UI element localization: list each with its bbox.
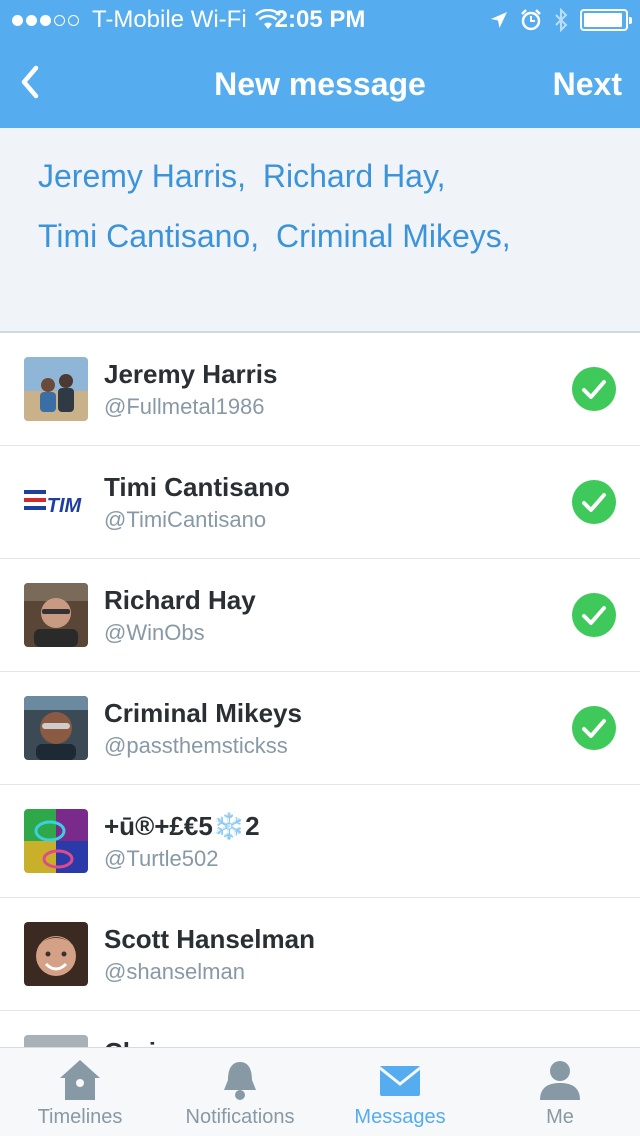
tab-bar: Timelines Notifications Messages Me xyxy=(0,1047,640,1136)
recipient-chip[interactable]: Criminal Mikeys, xyxy=(276,218,511,254)
avatar xyxy=(24,696,88,760)
checkmark-icon xyxy=(572,367,616,411)
contact-name: Criminal Mikeys xyxy=(104,698,302,728)
avatar xyxy=(24,922,88,986)
contact-list[interactable]: Jeremy Harris @Fullmetal1986 TIM Timi Ca… xyxy=(0,333,640,1047)
checkmark-icon xyxy=(572,706,616,750)
recipient-line: Timi Cantisano, Criminal Mikeys, xyxy=(38,206,610,266)
tab-label: Messages xyxy=(354,1106,446,1128)
battery-icon xyxy=(580,9,632,31)
contact-name: Richard Hay xyxy=(104,585,256,615)
tab-me[interactable]: Me xyxy=(480,1048,640,1136)
alarm-icon xyxy=(521,9,541,31)
location-arrow-icon xyxy=(491,12,507,28)
tab-label: Me xyxy=(546,1106,574,1128)
contact-handle: @shanselman xyxy=(104,959,245,984)
contact-row[interactable]: TIM Timi Cantisano @TimiCantisano xyxy=(0,446,640,559)
battery-level xyxy=(584,13,622,27)
recipient-line: Jeremy Harris, Richard Hay, xyxy=(38,146,610,206)
contact-row[interactable]: Chris xyxy=(0,1011,640,1047)
contact-name: Jeremy Harris xyxy=(104,359,278,389)
status-right xyxy=(478,8,632,32)
person-icon xyxy=(540,1061,580,1100)
recipient-chip[interactable]: Richard Hay, xyxy=(263,158,446,194)
contact-row[interactable]: Richard Hay @WinObs xyxy=(0,559,640,672)
status-bar: T-Mobile Wi-Fi 2:05 PM xyxy=(0,0,640,40)
checkmark-icon xyxy=(572,480,616,524)
bell-icon xyxy=(224,1062,256,1100)
page-title: New message xyxy=(214,66,426,102)
contact-handle: @TimiCantisano xyxy=(104,507,267,532)
contact-handle: @passthemstickss xyxy=(104,733,288,758)
contact-name: Scott Hanselman xyxy=(104,924,315,954)
contact-handle: @Fullmetal1986 xyxy=(104,394,265,419)
envelope-icon xyxy=(379,1066,421,1096)
contact-name: Timi Cantisano xyxy=(104,472,290,502)
tab-notifications[interactable]: Notifications xyxy=(160,1048,320,1136)
avatar xyxy=(24,1035,88,1047)
avatar: TIM xyxy=(24,470,88,534)
tab-messages[interactable]: Messages xyxy=(320,1048,480,1136)
contact-row[interactable]: Criminal Mikeys @passthemstickss xyxy=(0,672,640,785)
avatar xyxy=(24,809,88,873)
recipient-chip[interactable]: Timi Cantisano, xyxy=(38,218,259,254)
recipient-chip[interactable]: Jeremy Harris, xyxy=(38,158,246,194)
bluetooth-icon xyxy=(555,8,568,32)
contact-name: +ū®+£€5❄️2 xyxy=(104,811,260,841)
tab-timelines[interactable]: Timelines xyxy=(0,1048,160,1136)
contact-handle: @Turtle502 xyxy=(104,846,219,871)
avatar-logo-text: TIM xyxy=(47,495,83,517)
nav-bar: New message Next xyxy=(0,40,640,128)
avatar xyxy=(24,357,88,421)
avatar xyxy=(24,583,88,647)
contact-row[interactable]: +ū®+£€5❄️2 @Turtle502 xyxy=(0,785,640,898)
next-button[interactable]: Next xyxy=(553,66,622,103)
app-header: T-Mobile Wi-Fi 2:05 PM New message Next xyxy=(0,0,640,128)
checkmark-icon xyxy=(572,593,616,637)
contact-row[interactable]: Jeremy Harris @Fullmetal1986 xyxy=(0,333,640,446)
tab-label: Notifications xyxy=(185,1106,295,1128)
recipients-field[interactable]: Jeremy Harris, Richard Hay, Timi Cantisa… xyxy=(0,128,640,333)
contact-name: Chris xyxy=(104,1037,170,1047)
tab-label: Timelines xyxy=(37,1106,123,1128)
contact-handle: @WinObs xyxy=(104,620,205,645)
home-icon xyxy=(60,1060,100,1100)
contact-row[interactable]: Scott Hanselman @shanselman xyxy=(0,898,640,1011)
